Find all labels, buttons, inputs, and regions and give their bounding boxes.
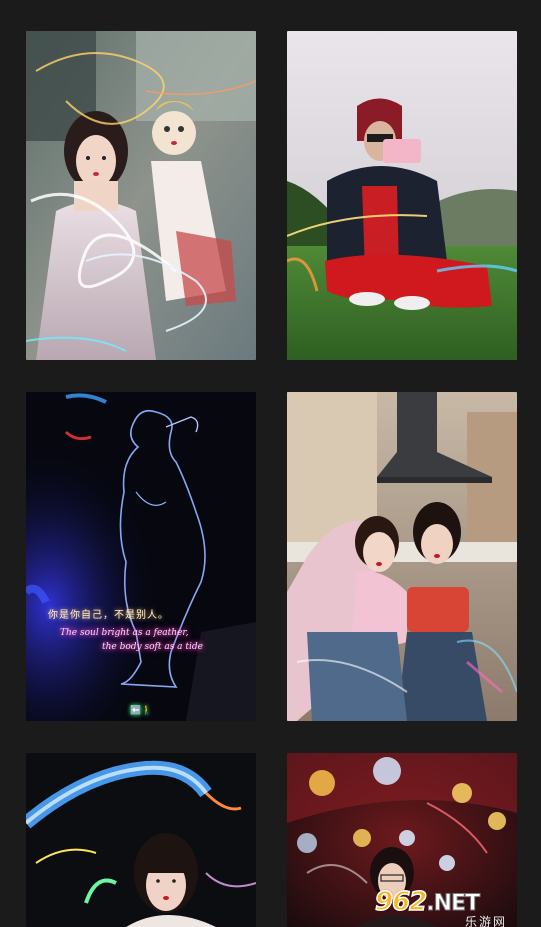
photo-gallery: 你是你自己，不是别人。 The soul bright as a feather… [0, 0, 541, 927]
photo-thumbnail-2[interactable] [287, 31, 517, 360]
photo-thumbnail-5[interactable] [26, 753, 256, 927]
photo-thumbnail-4[interactable] [287, 392, 517, 721]
watermark-logo: 962.NET [374, 886, 480, 918]
watermark-chinese-text: 乐游网 [464, 915, 507, 927]
photo-3-image [26, 392, 256, 721]
photo-2-image [287, 31, 517, 360]
neon-sign-english-2: the body soft as a tide [102, 642, 203, 652]
neon-sign-english-1: The soul bright as a feather, [60, 628, 189, 638]
photo-thumbnail-3[interactable]: 你是你自己，不是别人。 The soul bright as a feather… [26, 392, 256, 721]
exit-sign-icon: ⬅️🚶 [130, 706, 153, 716]
neon-sign-chinese: 你是你自己，不是别人。 [48, 610, 169, 621]
photo-4-image [287, 392, 517, 721]
photo-thumbnail-1[interactable] [26, 31, 256, 360]
photo-thumbnail-6[interactable]: 962.NET 乐游网 [287, 753, 517, 927]
photo-1-image [26, 31, 256, 360]
site-watermark: 962.NET 乐游网 [374, 886, 513, 927]
photo-5-image [26, 753, 256, 927]
